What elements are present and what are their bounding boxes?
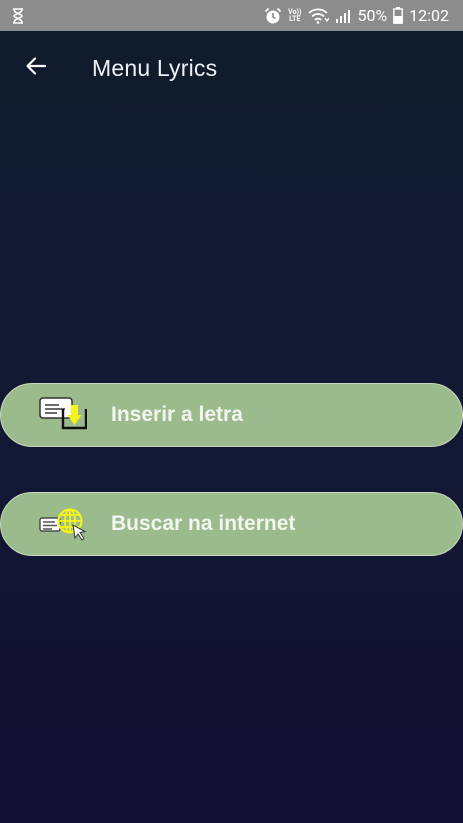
arrow-left-icon: [24, 54, 48, 83]
search-internet-icon: [39, 504, 87, 544]
battery-percent: 50%: [357, 6, 388, 25]
insert-lyrics-icon: [39, 395, 87, 435]
app-bar: Menu Lyrics: [0, 31, 463, 106]
insert-lyrics-button[interactable]: Inserir a letra: [0, 383, 463, 447]
wifi-icon: [307, 8, 330, 24]
hourglass-icon: [12, 7, 24, 24]
insert-lyrics-label: Inserir a letra: [111, 403, 243, 426]
alarm-icon: [264, 7, 282, 25]
back-button[interactable]: [18, 51, 54, 87]
search-internet-label: Buscar na internet: [111, 512, 296, 535]
clock-time: 12:02: [409, 6, 449, 25]
signal-icon: [335, 8, 351, 24]
volte-icon: Vo)) LTE: [288, 7, 302, 23]
battery-icon: [393, 7, 404, 24]
status-bar: Vo)) LTE 50% 12:02: [0, 0, 463, 31]
page-title: Menu Lyrics: [92, 55, 218, 81]
search-internet-button[interactable]: Buscar na internet: [0, 492, 463, 556]
